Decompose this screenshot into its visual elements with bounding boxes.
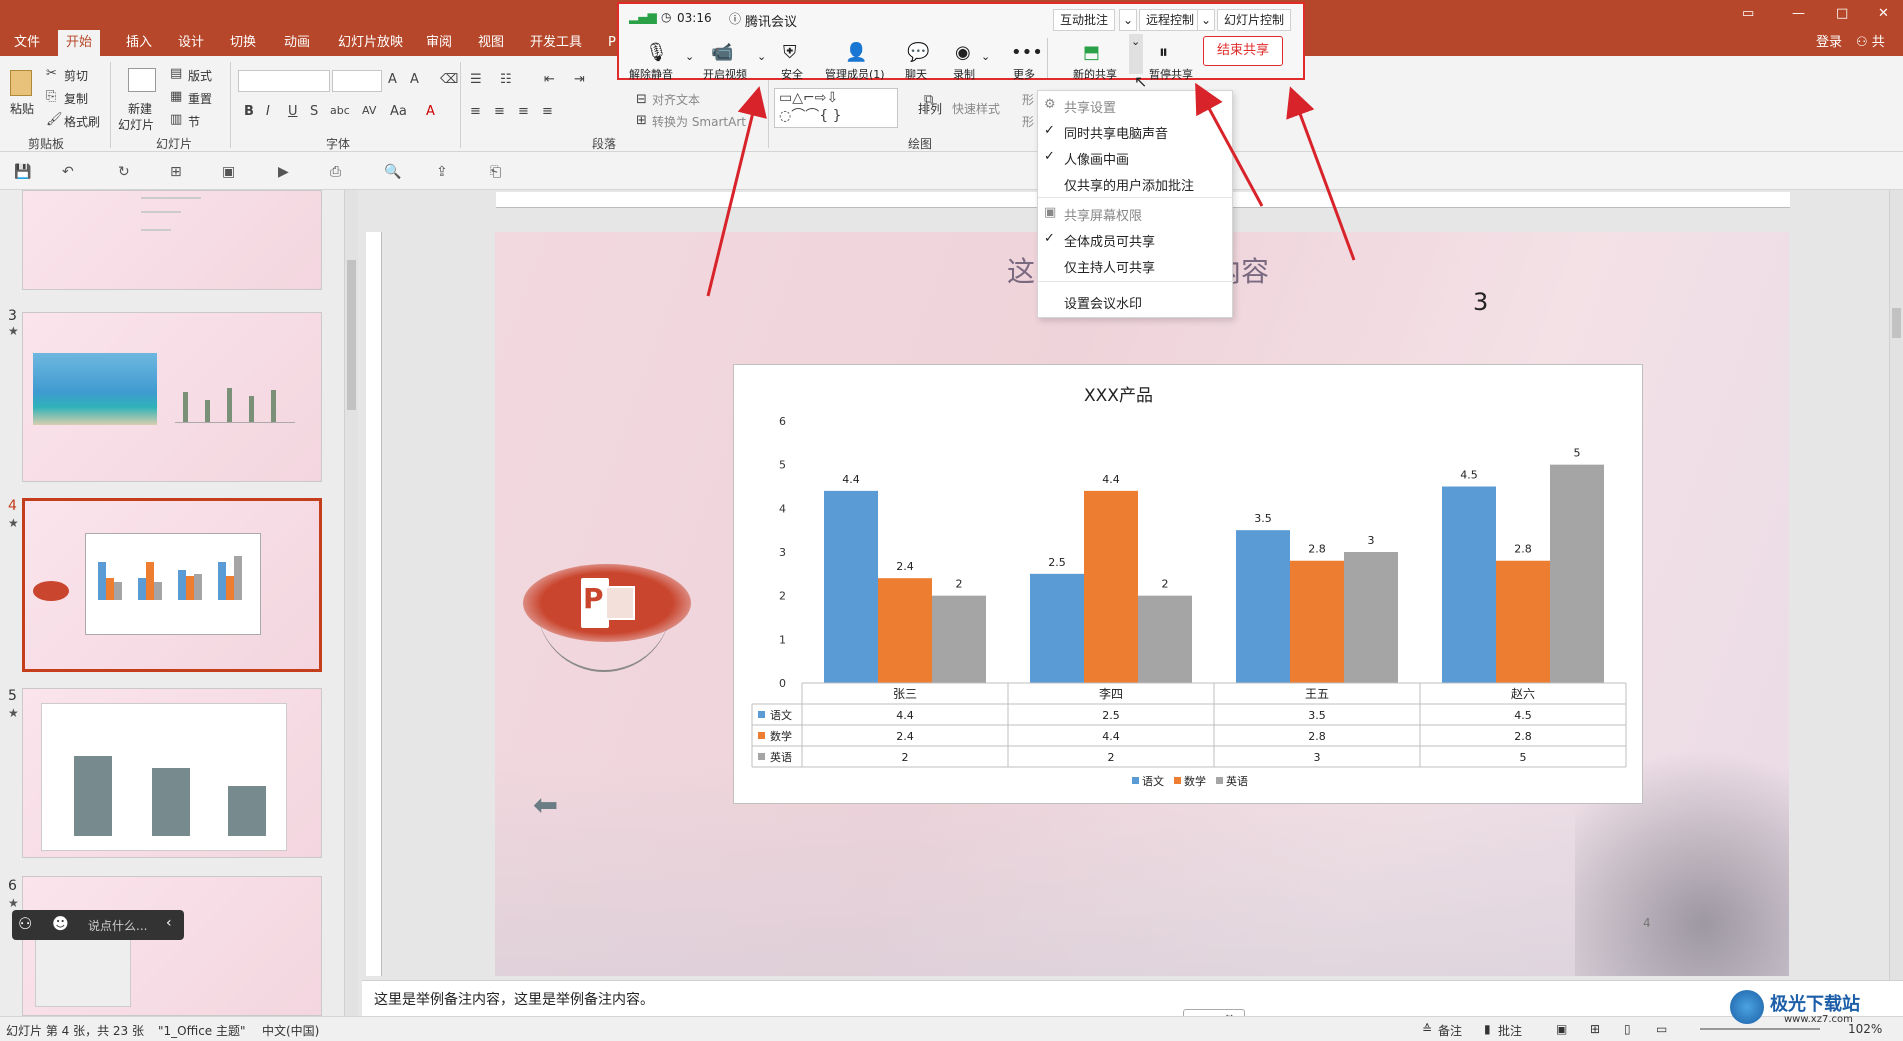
site-watermark: 极光下载站 www.xz7.com <box>1730 988 1900 1028</box>
arrow-to-pause-share <box>1195 82 1264 207</box>
watermark-url: www.xz7.com <box>1784 1014 1853 1025</box>
annotation-arrows <box>706 82 1356 297</box>
watermark-text: 极光下载站 <box>1770 994 1860 1015</box>
arrow-to-toolbar <box>706 86 767 297</box>
arrow-to-end-share <box>1286 86 1356 261</box>
watermark-logo-icon <box>1730 990 1764 1024</box>
